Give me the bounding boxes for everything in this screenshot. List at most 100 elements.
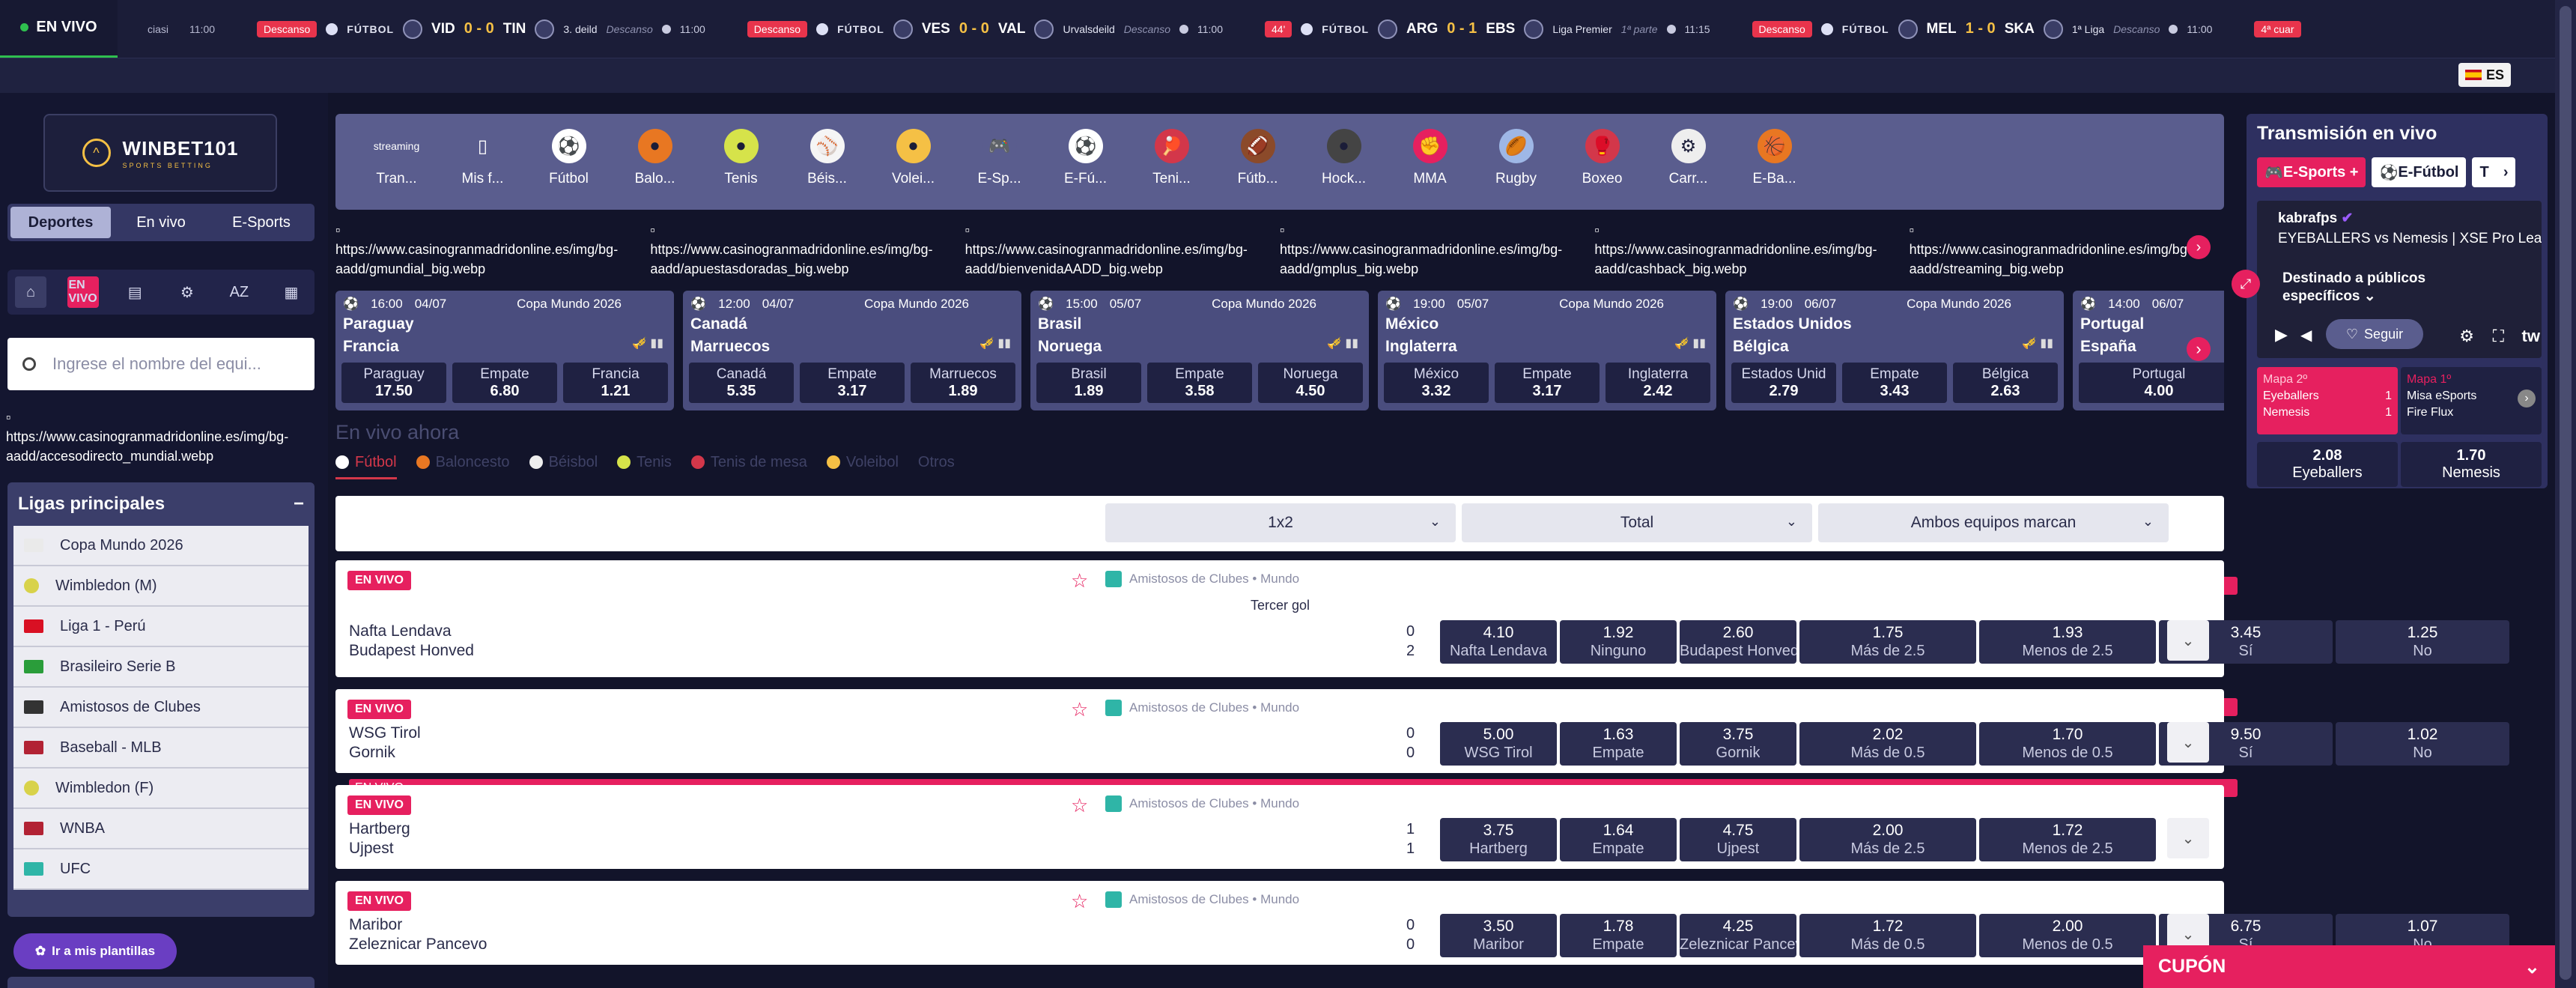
league-item[interactable]: Baseball - MLBEN VIVO	[13, 728, 2238, 769]
odd-button[interactable]: 1.78 Empate	[1560, 914, 1677, 957]
team-search-input[interactable]: Ingrese el nombre del equi...	[7, 338, 315, 390]
scrollbar-thumb[interactable]	[2560, 6, 2572, 980]
league-item[interactable]: Amistosos de Clubes EN VIVO	[13, 688, 2238, 728]
odd-button[interactable]: Empate 3.58	[1147, 363, 1252, 403]
promo-banner[interactable]: ▫ https://www.casinogranmadridonline.es/i…	[335, 220, 650, 283]
az-sort-icon[interactable]: AZ	[223, 276, 255, 308]
league-item[interactable]: Brasileiro Serie B	[13, 647, 309, 688]
market-select-btts[interactable]: Ambos equipos marcan ⌄	[1818, 503, 2169, 542]
odd-button[interactable]: 2.00 Menos de 0.5	[1979, 914, 2156, 957]
page-scrollbar[interactable]	[2555, 0, 2576, 988]
stats-icon[interactable]: 🎺 ▮▮	[979, 336, 1011, 351]
stream-tab-efutbol[interactable]: ⚽ E-Fútbol	[2372, 157, 2467, 187]
sport-item[interactable]: ● Balo...	[612, 129, 698, 187]
odd-button[interactable]: Empate 6.80	[452, 363, 557, 403]
odd-button[interactable]: 1.64 Empate	[1560, 818, 1677, 861]
brand-logo[interactable]: ^ WINBET101 SPORTS BETTING	[43, 114, 277, 192]
sport-item[interactable]: 🎮 E-Sp...	[956, 129, 1042, 187]
odd-button[interactable]: 1.93 Menos de 2.5	[1979, 620, 2156, 664]
live-tab-0[interactable]: Fútbol	[335, 454, 397, 479]
market-select-total[interactable]: Total ⌄	[1462, 503, 1812, 542]
live-tab[interactable]: EN VIVO	[0, 0, 118, 58]
favorite-star-icon[interactable]: ☆	[1071, 569, 1088, 593]
promo-banner[interactable]: ▫ https://www.casinogranmadridonline.es/i…	[650, 220, 965, 283]
sport-item[interactable]: 🏉 Rugby	[1473, 129, 1559, 187]
chevron-right-icon[interactable]: ›	[2518, 390, 2536, 407]
sport-item[interactable]: ▯ Mis f...	[440, 129, 526, 187]
leagues-header[interactable]: Ligas principales −	[7, 482, 315, 526]
cards-next-button[interactable]: ›	[2187, 337, 2211, 361]
stats-icon[interactable]: 🎺 ▮▮	[1327, 336, 1358, 351]
odd-button[interactable]: 1.75 Más de 2.5	[1799, 620, 1976, 664]
league-item[interactable]: UFC	[13, 849, 309, 890]
stats-icon[interactable]: 🎺 ▮▮	[2022, 336, 2053, 351]
promo-broken-image[interactable]: ▫ https://www.casinogranmadridonline.es/i…	[6, 407, 321, 466]
scorecard-1[interactable]: Mapa 2º Eyeballers 1 Nemesis 1	[2257, 367, 2398, 434]
ticker-match[interactable]: Descanso FÚTBOL MEL 1 - 0 SKA 1ª Liga Descanso…	[1752, 0, 2212, 58]
expand-markets-button[interactable]: ⌄	[2167, 620, 2209, 661]
promo-banner[interactable]: ▫ https://www.casinogranmadridonline.es/i…	[965, 220, 1280, 283]
stream-tab-esports[interactable]: 🎮 E-Sports +	[2257, 157, 2366, 187]
play-icon[interactable]: ▶	[2275, 325, 2288, 345]
odd-button[interactable]: Paraguay 17.50	[341, 363, 446, 403]
gear-icon[interactable]: ⚙	[171, 276, 203, 308]
scorecard-2[interactable]: Mapa 1º Misa eSports Fire Flux ›	[2401, 367, 2542, 434]
featured-match-card[interactable]: ⚽ 19:00 05/07 Copa Mundo 2026 México Inglater…	[1378, 291, 1716, 410]
promo-banner[interactable]: ▫ https://www.casinogranmadridonline.es/i…	[1280, 220, 1594, 283]
odd-button[interactable]: 1.63 Empate	[1560, 722, 1677, 766]
building-icon[interactable]: ▦	[276, 276, 307, 308]
odd-button[interactable]: 1.70 Menos de 0.5	[1979, 722, 2156, 766]
calendar-icon[interactable]: ▤	[119, 276, 151, 308]
sport-item[interactable]: ⚾ Béis...	[784, 129, 870, 187]
sport-item[interactable]: 🥊 Boxeo	[1559, 129, 1645, 187]
live-tab-5[interactable]: Voleibol	[826, 454, 899, 479]
odd-button[interactable]: Estados Unid 2.79	[1731, 363, 1836, 403]
ticker-match[interactable]: 44' FÚTBOL ARG 0 - 1 EBS Liga Premier 1ª parte…	[1265, 0, 1710, 58]
tab-en-vivo[interactable]: En vivo	[111, 207, 211, 238]
league-item[interactable]: Copa Mundo 2026	[13, 526, 309, 566]
odd-button[interactable]: Bélgica 2.63	[1953, 363, 2058, 403]
sport-item[interactable]: ⚽ Fútbol	[526, 129, 612, 187]
ticker-tail[interactable]: 4ª cuar	[2254, 0, 2301, 58]
odd-button[interactable]: Empate 3.17	[800, 363, 905, 403]
odd-button[interactable]: Marruecos 1.89	[911, 363, 1015, 403]
live-tab-2[interactable]: Béisbol	[529, 454, 598, 479]
odd-button[interactable]: Francia 1.21	[563, 363, 668, 403]
sport-item[interactable]: ⚽ E-Fú...	[1042, 129, 1128, 187]
odd-button[interactable]: 4.10 Nafta Lendava	[1440, 620, 1557, 664]
odd-button[interactable]: Portugal 4.00	[2079, 363, 2224, 403]
sport-item[interactable]: ⚙ Carr...	[1645, 129, 1731, 187]
stream-video[interactable]: kabrafps ✔ EYEBALLERS vs Nemesis | XSE P…	[2257, 201, 2542, 358]
odd-button[interactable]: 2.60 Budapest Honved	[1680, 620, 1796, 664]
odd-button[interactable]: 3.50 Maribor	[1440, 914, 1557, 957]
odd-button[interactable]: 3.75 Hartberg	[1440, 818, 1557, 861]
promo-banner[interactable]: ▫ https://www.casinogranmadridonline.es/i…	[1910, 220, 2224, 283]
expand-icon[interactable]: ⤢	[2232, 270, 2260, 298]
banner-next-button[interactable]: ›	[2187, 235, 2211, 259]
sport-item[interactable]: ● Tenis	[698, 129, 784, 187]
league-item[interactable]: Wimbledon (M) EN VIVO	[13, 566, 2238, 607]
odd-button[interactable]: 1.72 Menos de 2.5	[1979, 818, 2156, 861]
odd-button[interactable]: Canadá 5.35	[689, 363, 794, 403]
odd-button[interactable]: 1.72 Más de 0.5	[1799, 914, 1976, 957]
event-row[interactable]: EN VIVO ☆ Amistosos de Clubes • Mundo Terce…	[335, 560, 2509, 677]
odd-button[interactable]: 4.75 Ujpest	[1680, 818, 1796, 861]
stream-odd-2[interactable]: 1.70 Nemesis	[2401, 442, 2542, 487]
stats-icon[interactable]: 🎺 ▮▮	[1674, 336, 1706, 351]
collapse-icon[interactable]: −	[294, 494, 304, 515]
favorite-star-icon[interactable]: ☆	[1071, 890, 1088, 913]
favorite-star-icon[interactable]: ☆	[1071, 698, 1088, 721]
league-item[interactable]: Liga 1 - Perú	[13, 607, 309, 647]
live-tab-6[interactable]: Otros	[918, 454, 955, 479]
ticker-match[interactable]: Descanso FÚTBOL VES 0 - 0 VAL Urvalsdeild Desc…	[747, 0, 1223, 58]
language-selector[interactable]: ES	[2458, 63, 2511, 87]
featured-match-card[interactable]: ⚽ 19:00 06/07 Copa Mundo 2026 Estados Unidos…	[1725, 291, 2064, 410]
sport-item[interactable]: ✊ MMA	[1387, 129, 1473, 187]
stream-tab-next[interactable]: T ›	[2472, 157, 2516, 187]
league-item[interactable]: Wimbledon (F)EN VIVO	[13, 769, 2238, 809]
favorite-star-icon[interactable]: ☆	[1071, 794, 1088, 817]
odd-button[interactable]: 2.00 Más de 2.5	[1799, 818, 1976, 861]
odd-button[interactable]: 4.25Zeleznicar Pancevo	[1680, 914, 1796, 957]
templates-button[interactable]: ✿ Ir a mis plantillas	[13, 933, 177, 969]
odd-button[interactable]: 1.92 Ninguno	[1560, 620, 1677, 664]
